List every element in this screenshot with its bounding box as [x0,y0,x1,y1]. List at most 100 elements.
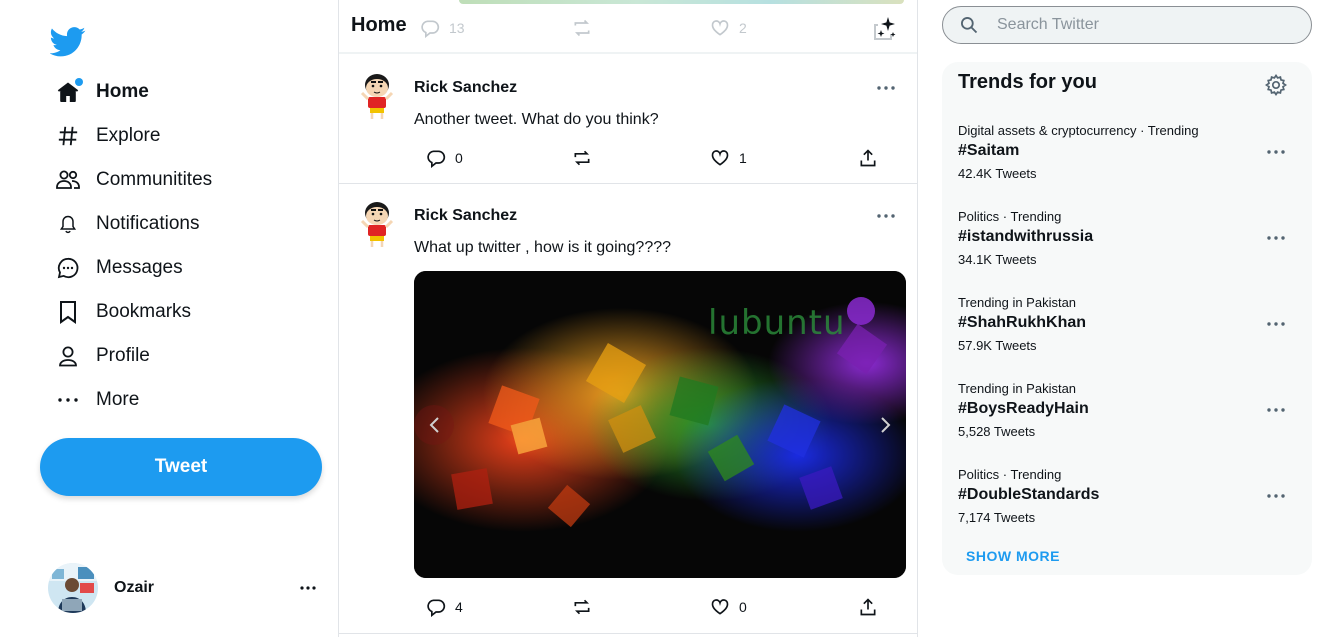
trend-context: Politics · Trending [958,467,1062,482]
nav-item-explore[interactable]: Explore [55,114,212,158]
trend-more-icon[interactable] [1264,489,1288,503]
tweet-button[interactable]: Tweet [40,438,322,496]
trend-hashtag: #ShahRukhKhan [958,314,1087,331]
more-dots-icon [55,387,81,413]
like-count: 0 [739,599,747,615]
profile-icon [55,343,81,369]
tweet-more-icon[interactable] [875,209,897,223]
account-name: Ozair [114,579,155,596]
tweet-author-name[interactable]: Rick Sanchez [414,79,517,97]
reply-button[interactable]: 4 [426,597,463,617]
carousel-next-icon[interactable] [866,405,906,445]
nav-label-bookmarks: Bookmarks [96,301,192,322]
sparkle-icon[interactable] [869,14,899,44]
tweet-card[interactable]: Rick Sanchez Another tweet. What do you … [339,56,917,184]
tweet-author-name[interactable]: Rick Sanchez [414,207,517,225]
gear-icon[interactable] [1264,73,1288,97]
trend-context: Politics · Trending [958,209,1062,224]
tweet-author-avatar[interactable] [355,71,399,121]
nav-label-messages: Messages [96,257,183,278]
nav-label-more: More [96,389,140,410]
retweet-icon [574,150,590,166]
like-button[interactable]: 1 [710,148,747,168]
trend-item[interactable]: Politics · Trending #istandwithrussia 34… [942,209,1312,295]
nav-item-home[interactable]: Home [55,70,212,114]
share-icon [860,598,876,616]
page-title: Home [351,14,407,36]
timeline-header: Home 13 2 [339,0,917,54]
trend-item[interactable]: Digital assets & cryptocurrency · Trendi… [942,123,1312,209]
tweet-text: What up twitter , how is it going???? [414,239,672,256]
messages-icon [55,255,81,281]
trend-item[interactable]: Politics · Trending #DoubleStandards 7,1… [942,467,1312,553]
like-count: 1 [739,150,747,166]
tweet-media-image[interactable]: lubuntu [414,271,906,578]
nav-label-home: Home [96,81,149,102]
hashtag-icon [55,123,81,149]
reply-count: 4 [455,599,463,615]
nav-item-profile[interactable]: Profile [55,334,212,378]
trend-tweet-count: 34.1K Tweets [958,252,1037,267]
notification-dot [75,78,83,86]
nav-item-more[interactable]: More [55,378,212,422]
tweet-actions: 0 1 [426,148,886,168]
right-sidebar: Trends for you Digital assets & cryptocu… [918,0,1331,637]
previous-like-count: 2 [739,20,747,36]
reply-button[interactable]: 0 [426,148,463,168]
previous-like-action[interactable]: 2 [709,18,747,38]
previous-reply-count: 13 [449,20,465,36]
nav-item-messages[interactable]: Messages [55,246,212,290]
home-icon [55,78,83,105]
tweet-actions: 4 0 [426,597,886,617]
trends-panel: Trends for you Digital assets & cryptocu… [942,62,1312,575]
trend-item[interactable]: Trending in Pakistan #BoysReadyHain 5,52… [942,381,1312,467]
trend-context: Trending in Pakistan [958,381,1077,396]
nav-label-profile: Profile [96,345,150,366]
share-icon [860,149,876,167]
nav-label-notifications: Notifications [96,213,200,234]
nav-item-notifications[interactable]: Notifications [55,202,212,246]
retweet-icon [574,599,590,615]
trend-tweet-count: 42.4K Tweets [958,166,1037,181]
trend-context: Digital assets & cryptocurrency · Trendi… [958,123,1199,138]
account-more-icon[interactable] [296,576,320,600]
trend-hashtag: #istandwithrussia [958,228,1094,245]
trend-more-icon[interactable] [1264,145,1288,159]
bookmark-icon [55,299,81,325]
retweet-button[interactable] [572,597,601,617]
previous-reply-action[interactable]: 13 [419,18,465,38]
share-button[interactable] [858,148,887,168]
nav-item-communities[interactable]: Communitites [55,158,212,202]
previous-tweet-media-edge [459,0,904,4]
trend-more-icon[interactable] [1264,231,1288,245]
search-bar[interactable] [942,6,1312,44]
trend-more-icon[interactable] [1264,317,1288,331]
trend-tweet-count: 7,174 Tweets [958,510,1036,525]
trend-hashtag: #DoubleStandards [958,486,1100,503]
twitter-logo-icon[interactable] [49,26,86,58]
timeline: Home 13 2 Rick Sanchez Another tweet. Wh… [338,0,918,637]
nav-item-bookmarks[interactable]: Bookmarks [55,290,212,334]
heart-icon [711,150,729,166]
left-sidebar: Home Explore Communitites Notifications … [0,0,338,637]
tweet-author-avatar[interactable] [355,199,399,249]
previous-retweet-icon[interactable] [571,18,593,38]
bell-icon [55,211,81,237]
retweet-button[interactable] [572,148,601,168]
carousel-prev-icon[interactable] [414,405,454,445]
heart-icon [711,599,729,615]
search-icon [961,17,978,34]
trend-more-icon[interactable] [1264,403,1288,417]
like-button[interactable]: 0 [710,597,747,617]
image-watermark-text: lubuntu [708,303,846,343]
account-switcher[interactable]: Ozair [48,562,320,614]
previous-tweet-actions: 13 2 [419,18,899,44]
tweet-card[interactable]: Rick Sanchez What up twitter , how is it… [339,184,917,634]
share-button[interactable] [858,597,887,617]
trend-item[interactable]: Trending in Pakistan #ShahRukhKhan 57.9K… [942,295,1312,381]
search-input[interactable] [997,16,1287,34]
show-more-link[interactable]: SHOW MORE [966,548,1060,564]
reply-icon [427,150,446,168]
tweet-more-icon[interactable] [875,81,897,95]
nav-label-explore: Explore [96,125,161,146]
